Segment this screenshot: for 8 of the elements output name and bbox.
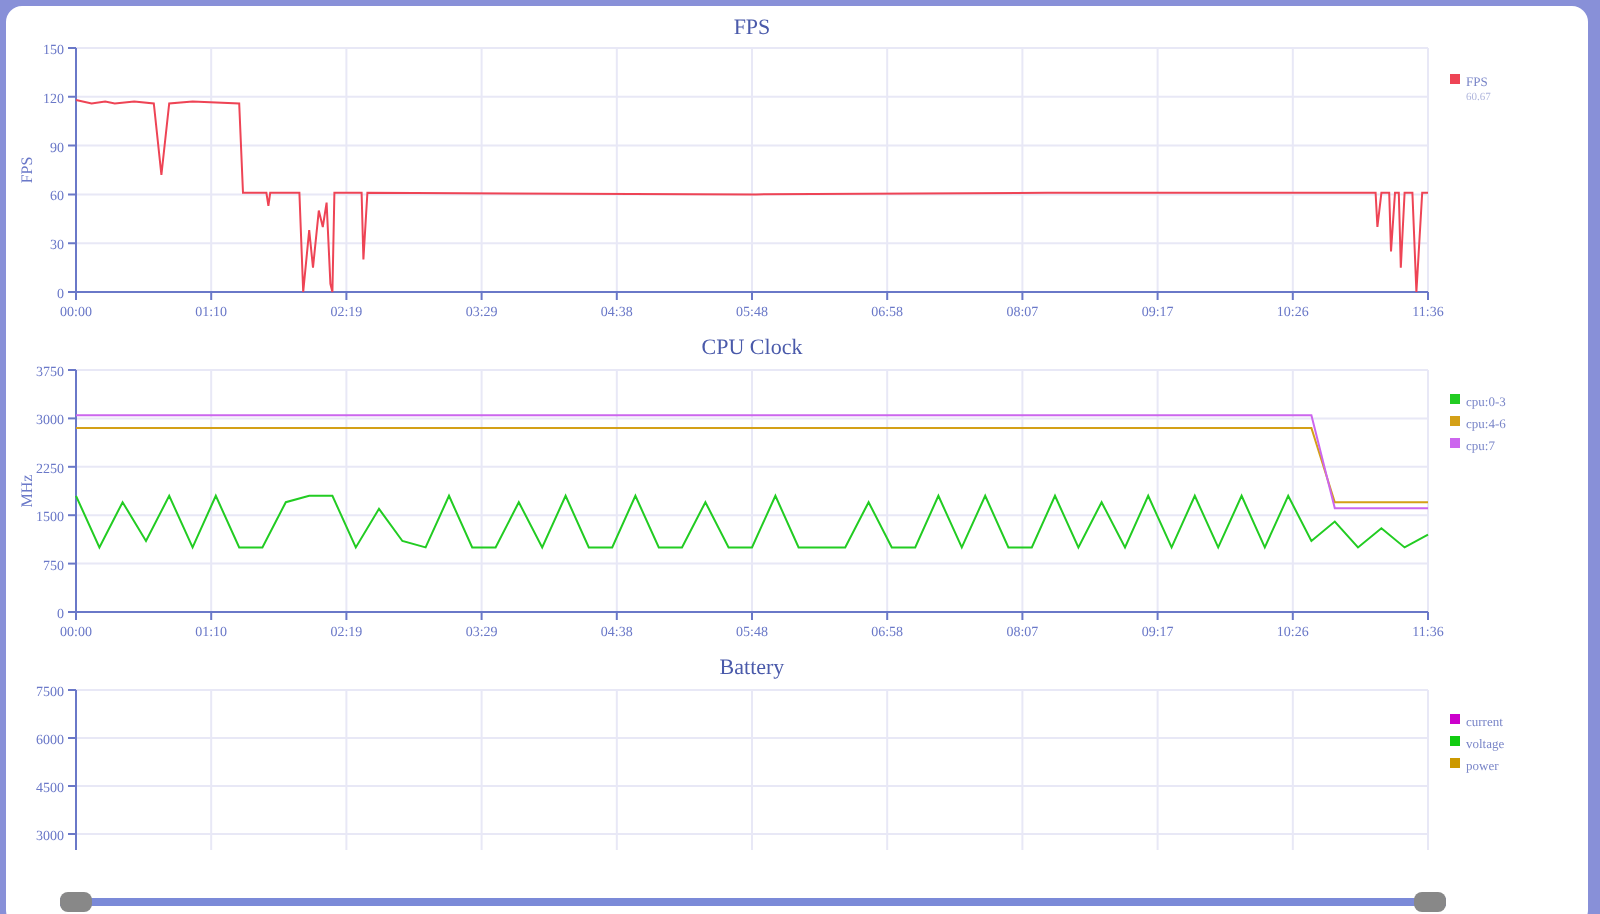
slider-handle[interactable] bbox=[1414, 892, 1446, 912]
axis-title: FPS bbox=[18, 156, 36, 184]
chart-title: Battery bbox=[719, 656, 785, 680]
axis-title: MHz bbox=[18, 474, 36, 508]
slider-handle[interactable] bbox=[60, 892, 92, 912]
slider-track[interactable] bbox=[60, 892, 1446, 912]
chart-title: FPS bbox=[733, 16, 771, 40]
chart-title: CPU Clock bbox=[701, 336, 803, 360]
